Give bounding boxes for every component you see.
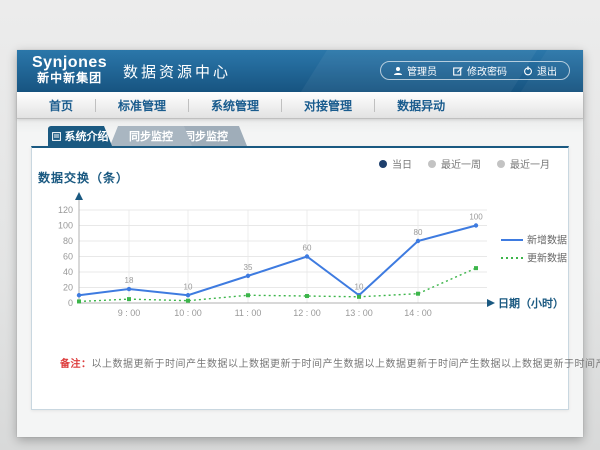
change-password-label: 修改密码 — [467, 63, 507, 78]
user-toolbar: 管理员 修改密码 退出 — [380, 61, 570, 80]
svg-text:12 : 00: 12 : 00 — [293, 308, 321, 318]
document-icon — [52, 132, 61, 141]
nav-item-standard-mgmt[interactable]: 标准管理 — [96, 97, 188, 114]
svg-text:60: 60 — [303, 244, 312, 253]
radio-today[interactable]: 当日 — [379, 156, 412, 171]
current-user-label: 管理员 — [407, 63, 437, 78]
radio-label: 当日 — [392, 156, 412, 171]
logout-button[interactable]: 退出 — [523, 63, 557, 78]
svg-text:新增数据: 新增数据 — [527, 234, 567, 247]
radio-last-month[interactable]: 最近一月 — [497, 156, 550, 171]
svg-text:35: 35 — [244, 263, 253, 272]
svg-text:80: 80 — [63, 236, 73, 246]
line-chart: 0 20 40 60 80 100 120 9 : 00 10 : 00 11 : 00 12 : … — [52, 188, 570, 328]
svg-text:120: 120 — [58, 205, 73, 215]
main-nav: 首页 标准管理 系统管理 对接管理 数据异动 — [17, 92, 583, 119]
svg-text:10 : 00: 10 : 00 — [174, 308, 202, 318]
desktop-background: Synjones 新中新集团 数据资源中心 管理员 修改密码 — [0, 0, 600, 450]
radio-dot-icon — [497, 160, 505, 168]
svg-text:更新数据: 更新数据 — [527, 252, 567, 265]
svg-text:18: 18 — [125, 276, 134, 285]
app-header: Synjones 新中新集团 数据资源中心 管理员 修改密码 — [17, 50, 583, 92]
radio-label: 最近一周 — [441, 156, 481, 171]
tab-label: 系统介绍 — [65, 128, 109, 144]
time-range-filter: 当日 最近一周 最近一月 — [379, 156, 550, 171]
tab-label: 同步监控 — [129, 128, 173, 144]
y-axis-title: 数据交换（条） — [38, 169, 129, 186]
svg-text:10: 10 — [184, 282, 193, 291]
logo-text-en: Synjones — [32, 54, 107, 72]
logo-text-cn: 新中新集团 — [32, 72, 107, 85]
svg-text:80: 80 — [414, 228, 423, 237]
logout-label: 退出 — [537, 63, 557, 78]
svg-text:0: 0 — [68, 298, 73, 308]
radio-dot-icon — [428, 160, 436, 168]
svg-text:14 : 00: 14 : 00 — [404, 308, 432, 318]
svg-text:13 : 00: 13 : 00 — [345, 308, 373, 318]
company-logo: Synjones 新中新集团 — [32, 54, 107, 85]
footnote-text: 以上数据更新于时间产生数据以上数据更新于时间产生数据以上数据更新于时间产生数据以… — [92, 359, 600, 370]
edit-icon — [453, 66, 463, 76]
svg-text:60: 60 — [63, 252, 73, 262]
svg-text:10: 10 — [355, 282, 364, 291]
svg-text:100: 100 — [469, 213, 483, 222]
radio-last-week[interactable]: 最近一周 — [428, 156, 481, 171]
svg-text:9 : 00: 9 : 00 — [118, 308, 141, 318]
nav-item-home[interactable]: 首页 — [27, 97, 95, 114]
radio-label: 最近一月 — [510, 156, 550, 171]
chart-panel: 当日 最近一周 最近一月 数据交换（条） 0 20 40 60 80 100 120 9 : … — [31, 146, 569, 410]
page-title: 数据资源中心 — [123, 50, 231, 92]
svg-text:11 : 00: 11 : 00 — [235, 308, 262, 318]
app-window: Synjones 新中新集团 数据资源中心 管理员 修改密码 — [17, 50, 583, 437]
tab-sync-monitor-1[interactable]: 同步监控 — [110, 126, 192, 146]
footnote-prefix: 备注： — [60, 359, 92, 370]
power-icon — [523, 66, 533, 76]
svg-text:100: 100 — [58, 221, 73, 231]
user-icon — [393, 66, 403, 76]
series-line — [79, 268, 476, 301]
change-password-button[interactable]: 修改密码 — [453, 63, 507, 78]
tab-label: 同步监控 — [184, 128, 228, 144]
svg-text:20: 20 — [63, 283, 73, 293]
footnote: 备注：以上数据更新于时间产生数据以上数据更新于时间产生数据以上数据更新于时间产生… — [60, 355, 600, 370]
radio-dot-icon — [379, 160, 387, 168]
content-area: 系统介绍 同步监控 同步监控 当日 最近一周 — [17, 119, 583, 437]
svg-text:日期（小时）: 日期（小时） — [498, 296, 564, 310]
tab-system-intro[interactable]: 系统介绍 — [48, 126, 112, 146]
nav-item-connection-mgmt[interactable]: 对接管理 — [282, 97, 374, 114]
nav-item-data-change[interactable]: 数据异动 — [375, 97, 467, 114]
current-user-button[interactable]: 管理员 — [393, 63, 437, 78]
svg-text:40: 40 — [63, 267, 73, 277]
nav-item-system-mgmt[interactable]: 系统管理 — [189, 97, 281, 114]
